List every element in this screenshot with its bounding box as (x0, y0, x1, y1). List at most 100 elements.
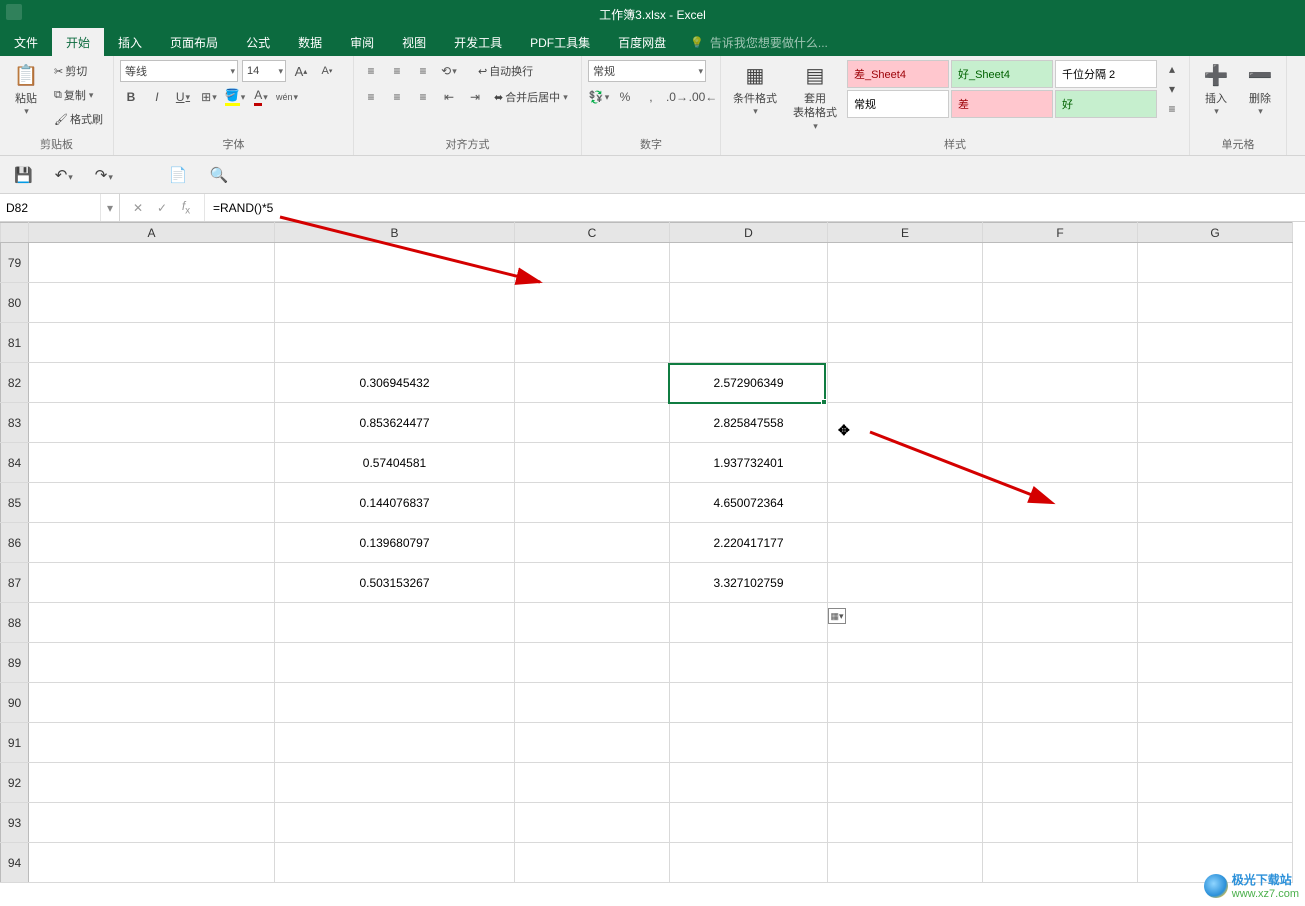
orientation-button[interactable]: ⟲▾ (438, 60, 460, 82)
cell[interactable] (1138, 563, 1293, 603)
table-row[interactable]: 850.1440768374.650072364 (1, 483, 1293, 523)
styles-more[interactable]: ≡ (1161, 100, 1183, 118)
cell[interactable] (515, 243, 670, 283)
cell[interactable]: 2.220417177 (670, 523, 828, 563)
tab-pagelayout[interactable]: 页面布局 (156, 28, 232, 56)
col-F[interactable]: F (983, 223, 1138, 243)
redo-button[interactable]: ↷▾ (91, 164, 117, 186)
cell[interactable] (275, 323, 515, 363)
table-row[interactable]: 91 (1, 723, 1293, 763)
cell[interactable] (1138, 283, 1293, 323)
cell[interactable] (515, 763, 670, 803)
format-painter-button[interactable]: 🖌格式刷 (50, 108, 107, 130)
cell[interactable] (983, 363, 1138, 403)
delete-cells-button[interactable]: ➖ 删除▾ (1240, 60, 1280, 120)
tab-insert[interactable]: 插入 (104, 28, 156, 56)
row-header[interactable]: 88 (1, 603, 29, 643)
cell[interactable] (828, 683, 983, 723)
cancel-formula-button[interactable]: ✕ (126, 201, 150, 215)
cell[interactable] (670, 283, 828, 323)
font-size-select[interactable]: 14 (242, 60, 286, 82)
cell[interactable] (983, 283, 1138, 323)
cell[interactable] (275, 243, 515, 283)
cell[interactable]: 3.327102759 (670, 563, 828, 603)
merge-center-button[interactable]: ⬌合并后居中▾ (490, 86, 572, 108)
cell[interactable] (29, 843, 275, 883)
align-top-button[interactable]: ≡ (360, 60, 382, 82)
cell[interactable] (29, 363, 275, 403)
style-bad[interactable]: 差_Sheet4 (847, 60, 949, 88)
cell[interactable] (670, 243, 828, 283)
cell[interactable] (983, 603, 1138, 643)
row-header[interactable]: 89 (1, 643, 29, 683)
cell[interactable] (29, 523, 275, 563)
table-row[interactable]: 830.8536244772.825847558 (1, 403, 1293, 443)
enter-formula-button[interactable]: ✓ (150, 201, 174, 215)
col-C[interactable]: C (515, 223, 670, 243)
cell[interactable] (828, 243, 983, 283)
undo-button[interactable]: ↶▾ (51, 164, 77, 186)
insert-function-button[interactable]: fx (174, 199, 198, 216)
accounting-format-button[interactable]: 💱▾ (588, 86, 610, 108)
tab-view[interactable]: 视图 (388, 28, 440, 56)
select-all-corner[interactable] (1, 223, 29, 243)
table-row[interactable]: 860.1396807972.220417177 (1, 523, 1293, 563)
tab-home[interactable]: 开始 (52, 28, 104, 56)
cell[interactable] (29, 443, 275, 483)
align-bottom-button[interactable]: ≡ (412, 60, 434, 82)
table-row[interactable]: 89 (1, 643, 1293, 683)
cut-button[interactable]: ✂剪切 (50, 60, 107, 82)
cell[interactable] (670, 643, 828, 683)
cell[interactable] (275, 843, 515, 883)
table-row[interactable]: 93 (1, 803, 1293, 843)
tab-developer[interactable]: 开发工具 (440, 28, 516, 56)
cell[interactable] (670, 603, 828, 643)
cell[interactable] (515, 443, 670, 483)
fill-color-button[interactable]: 🪣▾ (224, 86, 246, 108)
cell[interactable] (515, 483, 670, 523)
phonetic-button[interactable]: wén▾ (276, 86, 298, 108)
cell[interactable] (29, 403, 275, 443)
cell[interactable] (29, 323, 275, 363)
cell[interactable] (983, 443, 1138, 483)
wrap-text-button[interactable]: ↩自动换行 (474, 60, 537, 82)
cell[interactable] (515, 363, 670, 403)
cell[interactable] (828, 803, 983, 843)
cell[interactable] (29, 603, 275, 643)
save-button[interactable]: 💾 (10, 164, 37, 186)
styles-scroll-up[interactable]: ▴ (1161, 60, 1183, 78)
italic-button[interactable]: I (146, 86, 168, 108)
cell[interactable] (983, 523, 1138, 563)
tab-file[interactable]: 文件 (0, 28, 52, 56)
cell[interactable]: 0.306945432 (275, 363, 515, 403)
cell[interactable] (1138, 443, 1293, 483)
cell[interactable] (29, 483, 275, 523)
name-box-input[interactable] (0, 201, 100, 215)
cell[interactable] (828, 603, 983, 643)
decrease-font-button[interactable]: A▾ (316, 60, 338, 82)
name-box[interactable]: ▾ (0, 194, 120, 221)
align-middle-button[interactable]: ≡ (386, 60, 408, 82)
cell[interactable] (275, 643, 515, 683)
cell[interactable] (828, 723, 983, 763)
cell[interactable]: 1.937732401 (670, 443, 828, 483)
tab-formulas[interactable]: 公式 (232, 28, 284, 56)
style-thousands[interactable]: 千位分隔 2 (1055, 60, 1157, 88)
col-B[interactable]: B (275, 223, 515, 243)
style-good2[interactable]: 好 (1055, 90, 1157, 118)
cell-styles-gallery[interactable]: 差_Sheet4 好_Sheet4 千位分隔 2 常规 差 好 (847, 60, 1157, 118)
cell[interactable] (828, 283, 983, 323)
cell[interactable] (29, 643, 275, 683)
cell[interactable] (515, 323, 670, 363)
cell[interactable] (515, 843, 670, 883)
table-row[interactable]: 92 (1, 763, 1293, 803)
cell[interactable] (983, 563, 1138, 603)
cell[interactable] (1138, 243, 1293, 283)
cell[interactable] (1138, 403, 1293, 443)
col-E[interactable]: E (828, 223, 983, 243)
cell[interactable] (670, 843, 828, 883)
tab-baidu[interactable]: 百度网盘 (604, 28, 680, 56)
cell[interactable]: 0.139680797 (275, 523, 515, 563)
table-row[interactable]: 94 (1, 843, 1293, 883)
cell[interactable] (29, 723, 275, 763)
